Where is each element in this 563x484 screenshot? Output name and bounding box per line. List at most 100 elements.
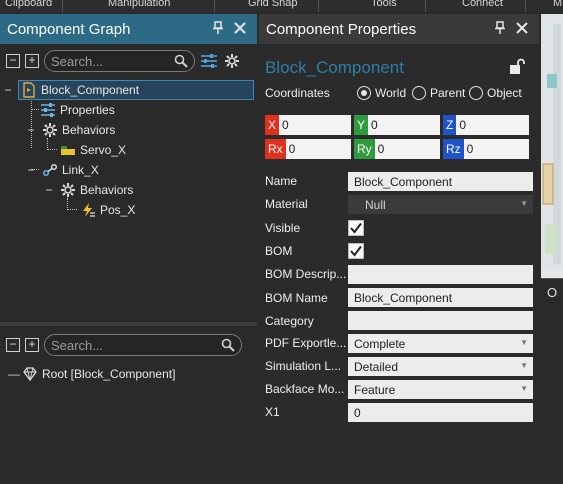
radio-label: Parent: [430, 86, 466, 100]
ribbon-group-connect[interactable]: Connect: [462, 0, 503, 9]
graph-search-placeholder: Search...: [51, 53, 104, 69]
tree-item-properties[interactable]: Properties: [40, 100, 115, 120]
expand-all-button[interactable]: +: [25, 338, 39, 352]
collapse-toggle[interactable]: −: [44, 183, 54, 197]
coord-tag: Z: [443, 115, 457, 135]
tree-item-servo-x[interactable]: Servo_X: [60, 140, 126, 160]
coord-value: 0: [282, 118, 289, 132]
backface-mode-dropdown[interactable]: Feature: [348, 380, 533, 399]
ribbon-group-manipulation[interactable]: Manipulation: [108, 0, 170, 9]
tree-connector: [47, 149, 57, 150]
coordinates-label: Coordinates: [265, 86, 330, 100]
tree-connector: [31, 109, 39, 110]
x1-field[interactable]: 0: [348, 403, 533, 422]
ribbon-separator: [62, 0, 63, 12]
coord-value: 0: [371, 118, 378, 132]
coord-value: 0: [466, 142, 474, 156]
bom-description-label: BOM Descrip...: [265, 267, 347, 281]
coord-value: 0: [377, 142, 385, 156]
panel-divider[interactable]: [0, 322, 257, 326]
graph-toolbar: − + Search...: [6, 50, 240, 72]
bom-checkbox[interactable]: [348, 243, 364, 259]
collapse-toggle[interactable]: −: [3, 83, 13, 97]
collapse-toggle[interactable]: −: [26, 123, 36, 137]
simulation-level-dropdown[interactable]: Detailed: [348, 357, 533, 376]
expand-all-button[interactable]: +: [25, 54, 39, 68]
pin-icon[interactable]: [489, 20, 511, 38]
ribbon-group-grid-snap[interactable]: Grid Snap: [248, 0, 298, 9]
radio-parent[interactable]: Parent: [412, 86, 465, 100]
search-icon[interactable]: [221, 338, 235, 352]
root-search-input[interactable]: Search...: [44, 334, 242, 356]
filter-settings-icon[interactable]: [200, 53, 218, 69]
component-graph-panel: Component Graph − + Search... − Block_Co…: [0, 14, 257, 484]
radio-circle[interactable]: [357, 86, 371, 100]
bom-description-field[interactable]: [348, 265, 533, 284]
simulation-level-label: Simulation L...: [265, 359, 342, 373]
close-icon[interactable]: [229, 21, 251, 37]
tree-item-behaviors-child[interactable]: − Behaviors: [44, 180, 133, 200]
radio-world[interactable]: World: [357, 86, 406, 100]
component-icon: [21, 82, 37, 98]
coord-ry-field[interactable]: Ry 0: [354, 139, 440, 159]
tree-item-label: Pos_X: [100, 203, 136, 217]
ribbon-group-m[interactable]: M: [553, 0, 562, 9]
right-side-panel: O: [541, 14, 563, 484]
name-field[interactable]: Block_Component: [348, 172, 533, 191]
tree-item-block-component[interactable]: − Block_Component: [4, 80, 254, 100]
radio-object[interactable]: Object: [469, 86, 522, 100]
coord-tag: Ry: [354, 139, 375, 159]
bom-label: BOM: [265, 244, 293, 258]
material-label: Material: [265, 197, 308, 211]
category-field[interactable]: [348, 311, 533, 330]
visible-label: Visible: [265, 221, 301, 235]
gear-icon[interactable]: [224, 53, 240, 69]
radio-circle[interactable]: [412, 86, 426, 100]
ribbon-group-labels: Clipboard Manipulation Grid Snap Tools C…: [0, 0, 563, 12]
unlock-icon[interactable]: [509, 58, 525, 76]
ribbon-group-clipboard[interactable]: Clipboard: [5, 0, 52, 9]
component-properties-title: Component Properties: [266, 20, 417, 38]
bom-name-label: BOM Name: [265, 291, 328, 305]
gear-icon: [42, 122, 58, 138]
coord-z-field[interactable]: Z 0: [443, 115, 529, 135]
root-item[interactable]: — Root [Block_Component]: [8, 364, 175, 384]
radio-circle[interactable]: [469, 86, 483, 100]
coord-rz-field[interactable]: Rz 0: [443, 139, 529, 159]
graph-search-input[interactable]: Search...: [44, 50, 195, 72]
name-label: Name: [265, 174, 298, 188]
search-icon[interactable]: [174, 54, 188, 68]
close-icon[interactable]: [511, 21, 533, 37]
tree-dash: —: [8, 367, 20, 381]
tree-item-label: Servo_X: [80, 143, 127, 157]
ribbon-separator: [425, 0, 426, 12]
coord-rx-field[interactable]: Rx 0: [265, 139, 351, 159]
tree-item-label: Link_X: [62, 163, 99, 177]
collapse-all-button[interactable]: −: [6, 338, 20, 352]
visible-checkbox[interactable]: [348, 220, 364, 236]
servo-icon: [60, 142, 76, 158]
pin-icon[interactable]: [207, 20, 229, 38]
material-dropdown[interactable]: Null: [348, 195, 533, 214]
coord-y-field[interactable]: Y 0: [354, 115, 440, 135]
checkmark-icon: [350, 222, 362, 234]
3d-viewport[interactable]: [541, 14, 563, 270]
tree-item-link-x[interactable]: − Link_X: [26, 160, 99, 180]
output-panel[interactable]: O: [541, 278, 563, 484]
tree-item-behaviors[interactable]: − Behaviors: [26, 120, 115, 140]
checkmark-icon: [350, 245, 362, 257]
collapse-all-button[interactable]: −: [6, 54, 20, 68]
category-label: Category: [265, 314, 314, 328]
bom-name-field[interactable]: Block_Component: [348, 288, 533, 307]
root-item-label: Root [Block_Component]: [42, 367, 176, 381]
tree-item-label: Properties: [60, 103, 115, 117]
pdf-export-dropdown[interactable]: Complete: [348, 334, 533, 353]
radio-label: Object: [487, 86, 522, 100]
root-toolbar: − + Search...: [6, 334, 242, 356]
link-icon: [42, 162, 58, 178]
collapse-toggle[interactable]: −: [26, 163, 36, 177]
coord-x-field[interactable]: X 0: [265, 115, 351, 135]
pdf-export-label: PDF Exportle...: [265, 336, 347, 350]
ribbon-group-tools[interactable]: Tools: [371, 0, 397, 9]
tree-item-pos-x[interactable]: Pos_X: [80, 200, 135, 220]
